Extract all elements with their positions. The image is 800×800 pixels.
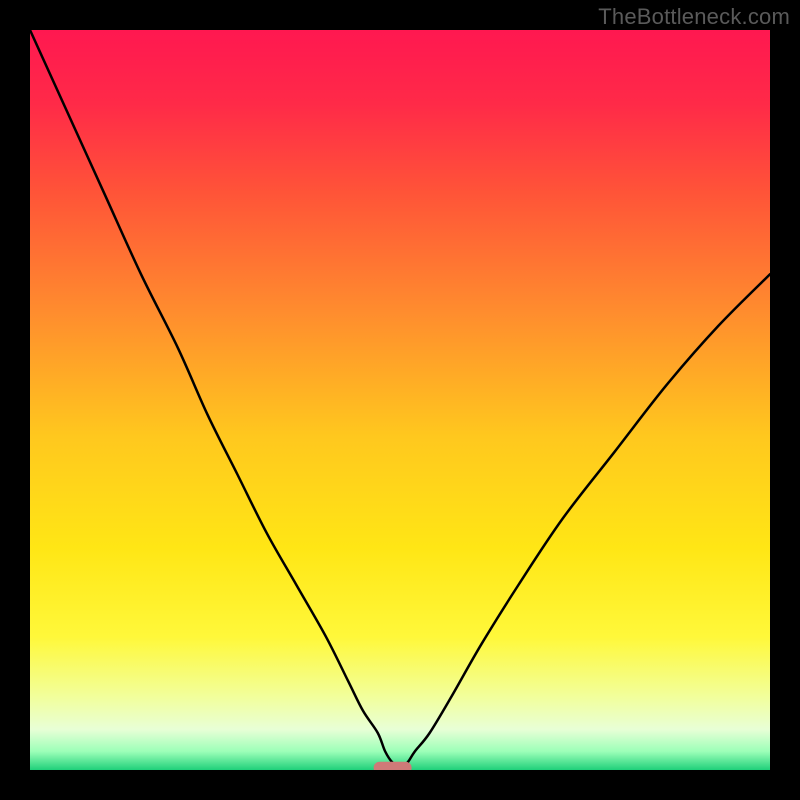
- bottleneck-chart: [30, 30, 770, 770]
- optimal-marker: [374, 762, 412, 770]
- chart-frame: TheBottleneck.com: [0, 0, 800, 800]
- plot-background: [30, 30, 770, 770]
- watermark-text: TheBottleneck.com: [598, 4, 790, 30]
